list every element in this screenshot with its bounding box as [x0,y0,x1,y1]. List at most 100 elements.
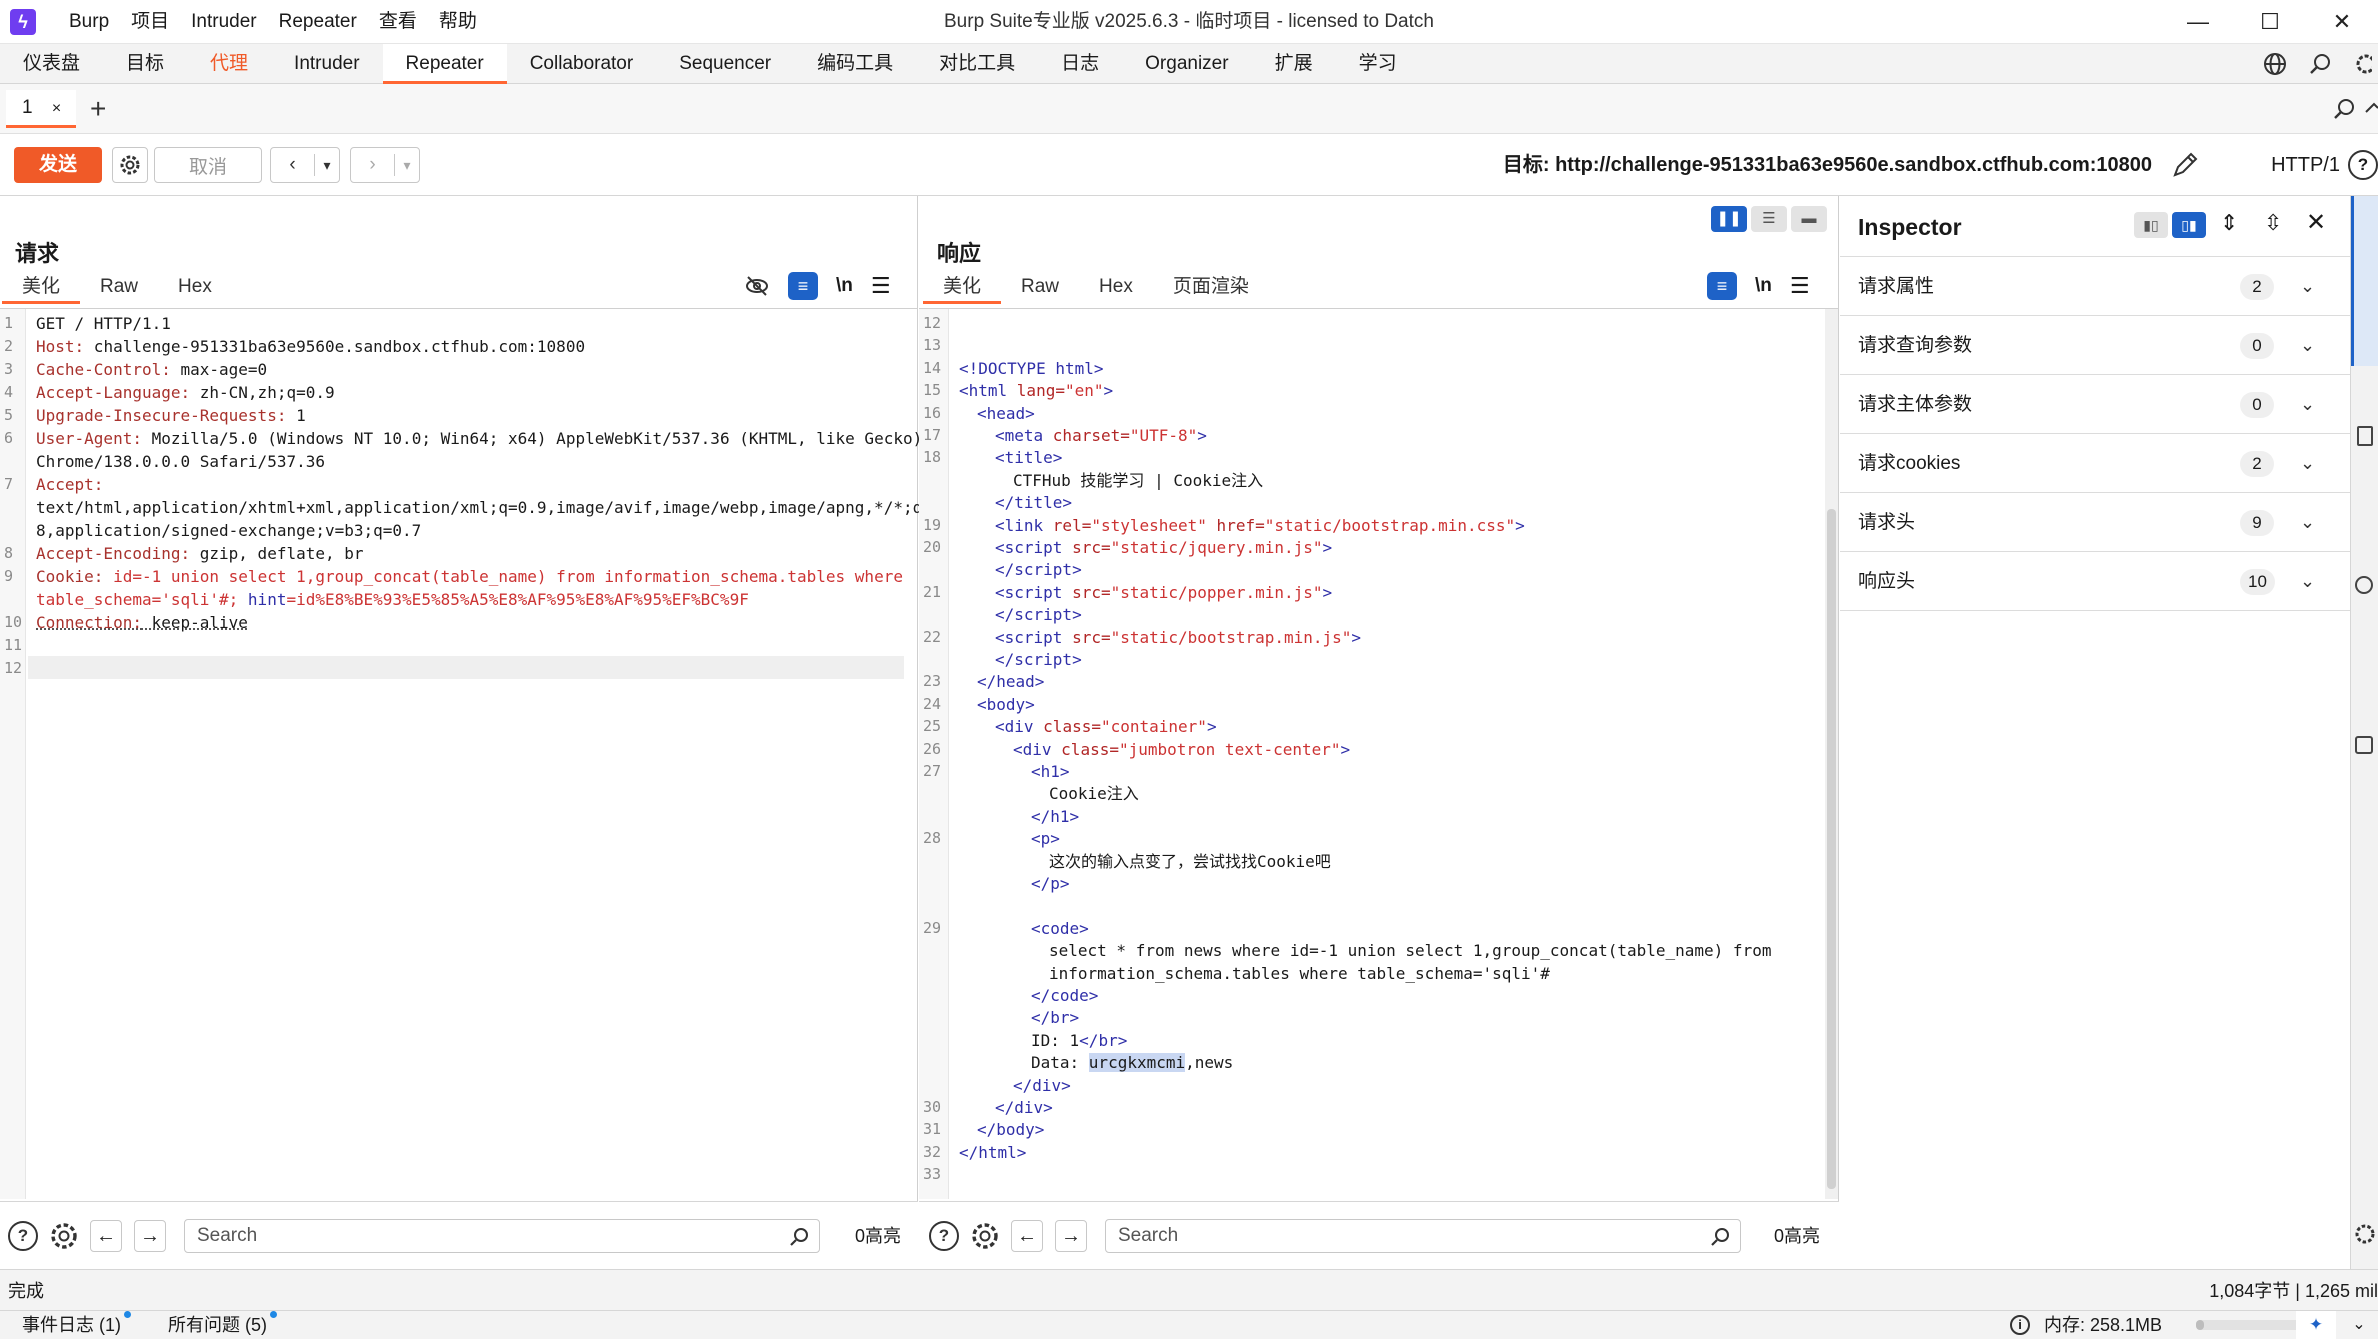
search-icon[interactable] [2308,52,2332,76]
tab-decoder[interactable]: 编码工具 [794,44,916,84]
help-icon[interactable]: ? [2348,150,2378,180]
scrollbar-thumb[interactable] [1827,509,1836,1189]
search-icon[interactable] [2332,97,2356,121]
comment-icon[interactable] [2355,576,2373,594]
gear-icon[interactable] [48,1220,80,1252]
menu-repeater[interactable]: Repeater [268,0,368,44]
minimize-icon[interactable]: — [2162,0,2234,44]
tab-learn[interactable]: 学习 [1336,44,1420,84]
edit-pencil-icon[interactable] [2170,150,2200,180]
all-issues-link[interactable]: 所有问题 (5) [168,1311,277,1339]
menu-intruder[interactable]: Intruder [180,0,267,44]
ai-sparkle-icon[interactable]: ✦ [2296,1311,2336,1339]
request-search-input[interactable]: Search [184,1219,820,1253]
layout-split-icon[interactable]: ▯▮ [2172,212,2206,238]
tab-target[interactable]: 目标 [103,44,187,84]
menu-view[interactable]: 查看 [368,0,428,44]
inspector-row-response-headers[interactable]: 响应头 10 ⌄ [1840,552,2350,611]
chevron-down-icon[interactable]: ⌄ [2300,493,2315,552]
tab-comparer[interactable]: 对比工具 [916,44,1038,84]
tab-logger[interactable]: 日志 [1038,44,1122,84]
response-editor[interactable]: 12 13 14 <!DOCTYPE html> 15 <html lang="en"> 1… [919,312,1825,1196]
layout-list-icon[interactable]: ▮▯ [2134,212,2168,238]
menu-icon[interactable]: ☰ [1790,273,1810,299]
help-icon[interactable]: ? [8,1221,38,1251]
inspector-row-request-headers[interactable]: 请求头 9 ⌄ [1840,493,2350,552]
arrow-right-icon[interactable]: → [1055,1220,1087,1252]
tab-hex[interactable]: Hex [1079,270,1153,304]
chevron-down-icon[interactable]: ⌄ [2300,434,2315,493]
inspector-row-cookies[interactable]: 请求cookies 2 ⌄ [1840,434,2350,493]
side-tab-inspector[interactable] [2351,196,2378,366]
gear-icon[interactable] [2352,52,2372,76]
tab-organizer[interactable]: Organizer [1122,44,1251,84]
tab-pretty[interactable]: 美化 [2,270,81,304]
arrow-left-icon[interactable]: ← [90,1220,122,1252]
menu-help[interactable]: 帮助 [428,0,488,44]
arrow-left-icon[interactable]: ← [1011,1220,1043,1252]
chevron-down-icon[interactable]: ⌄ [2300,375,2315,434]
help-icon[interactable]: ? [929,1221,959,1251]
chevron-down-icon[interactable]: ⌄ [2300,257,2315,316]
tab-sequencer[interactable]: Sequencer [656,44,794,84]
globe-icon[interactable] [2262,51,2288,77]
inspector-row-query-params[interactable]: 请求查询参数 0 ⌄ [1840,316,2350,375]
scrollbar[interactable] [1825,309,1838,1199]
tab-raw[interactable]: Raw [80,270,158,304]
chevron-down-icon[interactable]: ▾ [315,157,339,174]
chevron-down-icon[interactable]: ⌄ [2344,1311,2374,1339]
gear-icon[interactable] [969,1220,1001,1252]
inspector-row-body-params[interactable]: 请求主体参数 0 ⌄ [1840,375,2350,434]
tab-close-icon[interactable]: × [52,100,61,117]
settings-button[interactable] [112,147,148,183]
tab-render[interactable]: 页面渲染 [1153,270,1269,304]
http-version[interactable]: HTTP/1 [2271,134,2340,196]
close-icon[interactable]: ✕ [2306,208,2326,237]
expand-all-icon[interactable]: ⇕ [2220,210,2238,236]
word-wrap-icon[interactable]: ≡ [788,272,818,300]
tab-extensions[interactable]: 扩展 [1252,44,1336,84]
notes-icon[interactable] [2357,426,2373,446]
newline-toggle[interactable]: \n [836,275,853,297]
arrow-right-icon[interactable]: → [134,1220,166,1252]
layout-rows-icon[interactable]: ☰ [1751,206,1787,232]
response-search-input[interactable]: Search [1105,1219,1741,1253]
layout-columns-icon[interactable]: ❚❚ [1711,206,1747,232]
chevron-down-icon[interactable]: ⌄ [2300,552,2315,611]
forward-arrow-icon[interactable]: › [351,154,395,176]
repeater-tab-1[interactable]: 1 × [6,90,76,128]
send-button[interactable]: 发送 [14,147,102,183]
chevron-up-icon[interactable] [2364,98,2378,120]
maximize-icon[interactable]: ☐ [2234,0,2306,44]
add-tab-button[interactable]: + [90,90,106,128]
newline-toggle[interactable]: \n [1755,275,1772,297]
menu-icon[interactable]: ☰ [871,273,891,299]
tab-proxy[interactable]: 代理 [187,44,271,84]
line-number: 6 [4,429,14,447]
chevron-down-icon[interactable]: ⌄ [2300,316,2315,375]
tab-repeater[interactable]: Repeater [382,44,507,84]
gear-icon[interactable] [2353,1222,2377,1246]
tab-collaborator[interactable]: Collaborator [507,44,657,84]
chat-icon[interactable] [2355,736,2373,754]
tab-intruder[interactable]: Intruder [271,44,382,84]
tab-dashboard[interactable]: 仪表盘 [0,44,103,84]
word-wrap-icon[interactable]: ≡ [1707,272,1737,300]
collapse-all-icon[interactable]: ⇳ [2264,210,2282,236]
layout-tabs-icon[interactable]: ▬ [1791,206,1827,232]
inspector-row-request-attributes[interactable]: 请求属性 2 ⌄ [1840,257,2350,316]
info-icon[interactable]: i [2010,1315,2030,1335]
event-log-link[interactable]: 事件日志 (1) [22,1311,131,1339]
close-icon[interactable]: ✕ [2306,0,2378,44]
search-icon [1711,1228,1729,1246]
cancel-button[interactable]: 取消 [154,147,262,183]
tab-pretty[interactable]: 美化 [923,270,1002,304]
menu-burp[interactable]: Burp [58,0,120,44]
tab-raw[interactable]: Raw [1001,270,1079,304]
hide-icon[interactable] [744,273,770,299]
chevron-down-icon[interactable]: ▾ [395,157,419,174]
tab-hex[interactable]: Hex [158,270,232,304]
request-editor[interactable]: 1 GET / HTTP/1.1 2 Host: challenge-951331ba… [0,312,951,1192]
menu-project[interactable]: 项目 [120,0,180,44]
back-arrow-icon[interactable]: ‹ [271,154,315,176]
